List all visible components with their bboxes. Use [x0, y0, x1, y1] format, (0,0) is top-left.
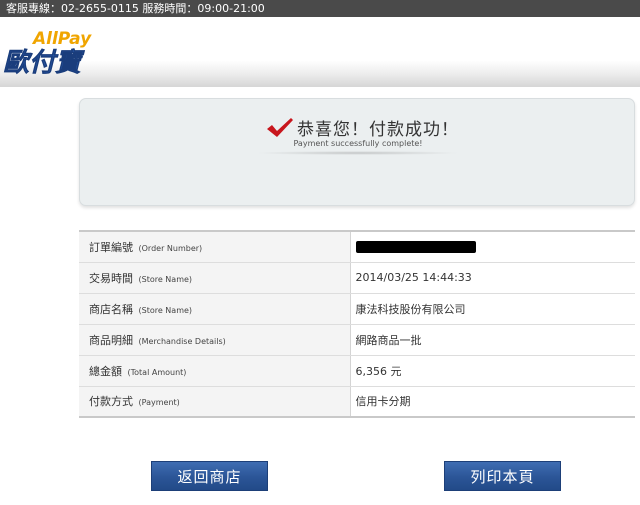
success-subtitle-row: Payment successfully complete! [80, 139, 634, 148]
transaction-time-label: 交易時間 (Store Name) [79, 262, 351, 294]
allpay-logo-icon: AllPay 歐付寶 [3, 29, 92, 78]
svg-text:AllPay: AllPay [31, 29, 92, 49]
table-row: 商店名稱 (Store Name) 康法科技股份有限公司 [79, 293, 635, 325]
table-row: 訂單編號 (Order Number) [79, 231, 635, 263]
redacted-order-number [355, 241, 476, 254]
service-hotline-text: 客服專線：02-2655-0115 服務時間：09:00-21:00 [6, 2, 265, 15]
checkmark-icon [267, 118, 293, 137]
merchandise-details-label: 商品明細 (Merchandise Details) [79, 324, 351, 356]
site-header: AllPay 歐付寶 [0, 17, 640, 87]
table-row: 商品明細 (Merchandise Details) 網路商品一批 [79, 324, 635, 356]
return-to-store-button[interactable]: 返回商店 [151, 461, 268, 491]
allpay-logo[interactable]: AllPay 歐付寶 [2, 25, 102, 81]
merchandise-details-value: 網路商品一批 [350, 324, 635, 356]
table-row: 總金額 (Total Amount) 6,356 元 [79, 355, 635, 387]
total-amount-label: 總金額 (Total Amount) [79, 355, 351, 387]
success-heading: 恭喜您！付款成功！ [265, 115, 459, 140]
service-hotline-bar: 客服專線：02-2655-0115 服務時間：09:00-21:00 [0, 0, 640, 17]
success-subtitle: Payment successfully complete! [293, 139, 423, 148]
payment-success-panel: 恭喜您！付款成功！ Payment successfully complete! [79, 98, 635, 206]
order-number-label: 訂單編號 (Order Number) [79, 231, 351, 263]
total-amount-value: 6,356 元 [350, 355, 635, 387]
payment-method-value: 信用卡分期 [350, 386, 635, 417]
order-details-table: 訂單編號 (Order Number) 交易時間 (Store Name) 20… [79, 230, 635, 418]
payment-method-label: 付款方式 (Payment) [79, 386, 351, 417]
print-page-button[interactable]: 列印本頁 [444, 461, 561, 491]
transaction-time-value: 2014/03/25 14:44:33 [350, 262, 635, 294]
table-row: 交易時間 (Store Name) 2014/03/25 14:44:33 [79, 262, 635, 294]
svg-text:歐付寶: 歐付寶 [3, 48, 85, 78]
table-row: 付款方式 (Payment) 信用卡分期 [79, 386, 635, 417]
order-number-value [350, 231, 635, 263]
store-name-value: 康法科技股份有限公司 [350, 293, 635, 325]
store-name-label: 商店名稱 (Store Name) [79, 293, 351, 325]
title-underline [255, 151, 460, 155]
success-title: 恭喜您！付款成功！ [297, 119, 459, 140]
